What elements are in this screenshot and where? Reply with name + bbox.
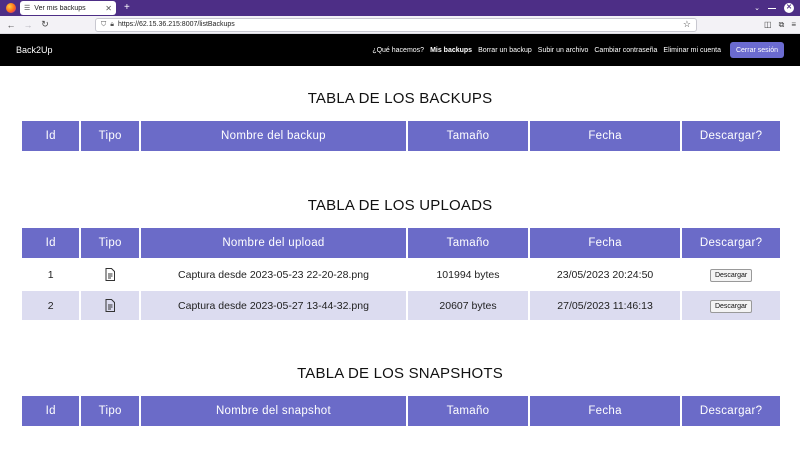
cell-tamano: 20607 bytes — [408, 291, 528, 320]
menu-borrar-backup[interactable]: Borrar un backup — [478, 47, 532, 54]
cell-fecha: 27/05/2023 11:46:13 — [529, 291, 681, 320]
table-header-row: Id Tipo Nombre del upload Tamaño Fecha D… — [22, 228, 780, 258]
col-header-id: Id — [22, 121, 80, 151]
col-header-tamano: Tamaño — [408, 228, 528, 258]
cell-tipo — [81, 291, 139, 320]
extensions-icon[interactable]: ⧉ — [779, 20, 785, 30]
tab-list-icon[interactable]: ⌄ — [754, 4, 760, 12]
cell-descargar: Descargar — [682, 291, 780, 320]
menu-cambiar-contrasena[interactable]: Cambiar contraseña — [594, 47, 657, 54]
table-row: 2 Captura desde 2023-05-27 13-44-32.png … — [22, 291, 780, 320]
cell-id: 2 — [22, 291, 80, 320]
browser-navbar: ← → ↻ ⛉ 🔒︎ https://62.15.36.215:8007/lis… — [0, 16, 800, 34]
col-header-nombre: Nombre del upload — [140, 228, 407, 258]
back-icon[interactable]: ← — [4, 18, 18, 32]
col-header-fecha: Fecha — [529, 228, 681, 258]
download-button[interactable]: Descargar — [709, 299, 753, 313]
window-minimize-icon[interactable] — [768, 7, 776, 9]
cell-nombre: Captura desde 2023-05-23 22-20-28.png — [178, 268, 369, 281]
col-header-fecha: Fecha — [529, 396, 681, 426]
reload-icon[interactable]: ↻ — [38, 18, 52, 32]
menu-subir-archivo[interactable]: Subir un archivo — [538, 47, 589, 54]
col-header-descargar: Descargar? — [682, 121, 780, 151]
page-content: TABLA DE LOS BACKUPS Id Tipo Nombre del … — [0, 90, 800, 428]
col-header-descargar: Descargar? — [682, 396, 780, 426]
bookmark-star-icon[interactable]: ☆ — [683, 19, 691, 30]
cell-descargar: Descargar — [682, 260, 780, 289]
col-header-descargar: Descargar? — [682, 228, 780, 258]
main-menu: ¿Qué hacemos? Mis backups Borrar un back… — [366, 42, 784, 58]
col-header-nombre: Nombre del snapshot — [140, 396, 407, 426]
backups-title: TABLA DE LOS BACKUPS — [307, 90, 493, 107]
url-text[interactable]: https://62.15.36.215:8007/listBackups — [118, 21, 683, 28]
col-header-id: Id — [22, 396, 80, 426]
menu-eliminar-cuenta[interactable]: Eliminar mi cuenta — [663, 47, 721, 54]
col-header-tipo: Tipo — [81, 228, 139, 258]
col-header-tamano: Tamaño — [408, 396, 528, 426]
menu-que-hacemos[interactable]: ¿Qué hacemos? — [372, 47, 424, 54]
table-header-row: Id Tipo Nombre del snapshot Tamaño Fecha… — [22, 396, 780, 426]
app-navbar: Back2Up ¿Qué hacemos? Mis backups Borrar… — [0, 34, 800, 66]
backups-table: Id Tipo Nombre del backup Tamaño Fecha D… — [20, 119, 782, 153]
tab-title: Ver mis backups — [34, 4, 86, 12]
col-header-id: Id — [22, 228, 80, 258]
logout-button[interactable]: Cerrar sesión — [729, 42, 784, 58]
col-header-tamano: Tamaño — [408, 121, 528, 151]
pocket-icon[interactable]: ◫ — [764, 20, 772, 29]
col-header-tipo: Tipo — [81, 396, 139, 426]
firefox-menu-icon[interactable] — [0, 0, 18, 16]
forward-icon[interactable]: → — [21, 18, 35, 32]
uploads-title: TABLA DE LOS UPLOADS — [307, 197, 493, 214]
browser-tabstrip: ☰ Ver mis backups ✕ + ⌄ ✕ — [0, 0, 800, 16]
window-close-icon[interactable]: ✕ — [784, 3, 794, 13]
cell-tipo — [81, 260, 138, 289]
download-button[interactable]: Descargar — [709, 268, 753, 282]
tab-page-icon: ☰ — [24, 5, 31, 12]
col-header-tipo: Tipo — [81, 121, 139, 151]
snapshots-table: Id Tipo Nombre del snapshot Tamaño Fecha… — [20, 394, 782, 428]
uploads-table: Id Tipo Nombre del upload Tamaño Fecha D… — [20, 226, 782, 322]
cell-fecha: 23/05/2023 20:24:50 — [556, 268, 654, 281]
brand-logo[interactable]: Back2Up — [16, 45, 53, 55]
shield-icon[interactable]: ⛉ — [101, 21, 106, 29]
file-icon — [105, 299, 116, 312]
url-bar[interactable]: ⛉ 🔒︎ https://62.15.36.215:8007/listBacku… — [95, 17, 697, 32]
cell-tamano: 101994 bytes — [436, 268, 500, 281]
col-header-fecha: Fecha — [529, 121, 681, 151]
menu-mis-backups[interactable]: Mis backups — [430, 47, 472, 54]
col-header-nombre: Nombre del backup — [140, 121, 407, 151]
new-tab-icon[interactable]: + — [124, 1, 130, 15]
hamburger-menu-icon[interactable]: ≡ — [791, 20, 796, 29]
snapshots-title: TABLA DE LOS SNAPSHOTS — [297, 365, 503, 382]
lock-warning-icon[interactable]: 🔒︎ — [110, 21, 114, 29]
cell-id: 1 — [47, 268, 54, 281]
browser-tab[interactable]: ☰ Ver mis backups ✕ — [20, 1, 116, 15]
tab-close-icon[interactable]: ✕ — [105, 4, 112, 13]
table-header-row: Id Tipo Nombre del backup Tamaño Fecha D… — [22, 121, 780, 151]
cell-nombre: Captura desde 2023-05-27 13-44-32.png — [140, 291, 407, 320]
table-row: 1 Captura desde 2023-05-23 22-20-28.png … — [22, 260, 780, 289]
file-icon — [105, 268, 116, 281]
